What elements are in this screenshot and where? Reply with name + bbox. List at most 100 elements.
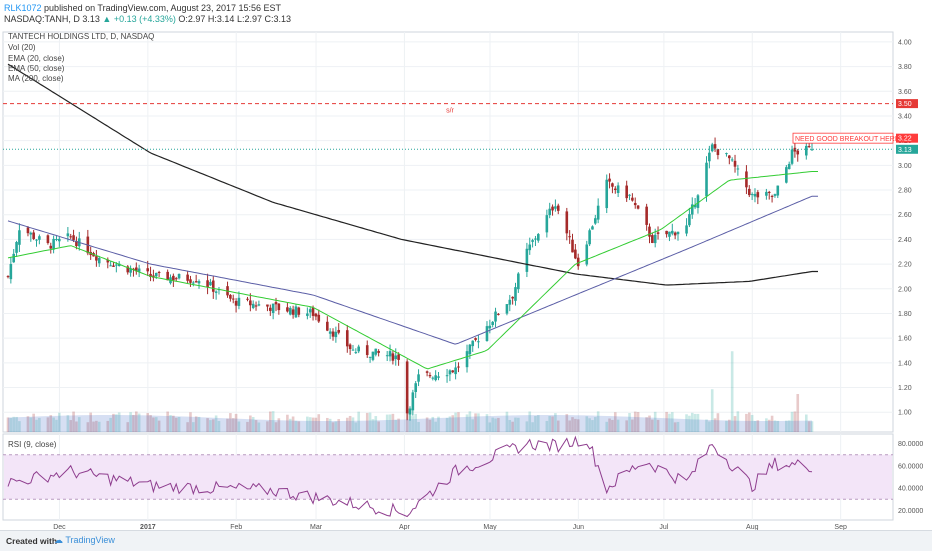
candle-body [716,149,720,156]
candle-body [112,265,115,267]
candle-body [474,338,477,340]
y-tick-label: 2.60 [898,212,912,219]
candle-body [511,296,514,299]
candle-body [18,230,21,245]
y-tick-label: 1.80 [898,311,912,318]
candle-body [636,205,640,209]
candle-body [52,238,55,250]
candle-body [753,193,757,197]
candle-body [645,206,648,225]
publish-text: published on TradingView.com, August 23,… [44,3,282,13]
candle-body [648,226,651,237]
candle-body [747,188,751,196]
candle-body [528,244,532,251]
tradingview-logo[interactable]: ☁ TradingView [54,535,115,546]
footer: Created with ☁ TradingView [0,530,932,551]
candle-body [673,232,677,236]
candle-body [745,171,748,188]
candle-body [445,375,449,377]
candle-body [229,294,232,299]
candle-body [297,307,301,315]
candle-body [6,276,10,278]
candle-body [337,329,341,333]
y-tick-label: 4.00 [898,39,912,46]
candle-body [756,192,760,198]
candle-body [548,208,552,216]
candle-body [66,233,70,237]
candle-body [234,300,238,306]
candle-body [471,340,475,347]
candle-body [177,274,181,279]
candle-body [733,160,737,167]
symbol-label: NASDAQ:TANH, D [4,14,80,24]
candle-body [291,309,295,315]
legend-ema20: EMA (20, close) [8,54,65,63]
candle-body [414,383,418,393]
candle-body [613,188,617,190]
candle-body [787,163,791,170]
candle-body [730,159,734,161]
candle-body [174,278,178,280]
candle-body [485,326,489,342]
candle-body [536,234,540,241]
candle-body [294,306,298,318]
candle-body [568,236,571,238]
candle-body [268,307,272,311]
candle-body [274,302,278,305]
candle-body [576,257,580,267]
candle-body [69,236,73,238]
rsi-tick-label: 60.0000 [898,463,923,470]
candle-body [288,307,292,315]
candle-body [166,271,169,281]
candle-body [611,183,614,187]
candle-body [688,214,691,226]
candle-body [494,311,497,322]
chart-canvas[interactable]: Dec 2017 Feb Mar Apr May Jun Jul Aug Sep4.003.803… [0,26,932,530]
candle-body [457,366,460,368]
candle-body [505,304,509,314]
rsi-tick-label: 20.0000 [898,508,923,515]
candle-body [109,265,112,267]
candle-body [790,149,794,164]
legend-vol: Vol (20) [8,43,36,52]
y-tick-label: 2.80 [898,188,912,195]
author-link[interactable]: RLK1072 [4,3,42,13]
candle-body [246,298,249,300]
ticker-line: NASDAQ:TANH, D 3.13 ▲ +0.13 (+4.33%) O:2… [4,14,291,24]
candle-body [454,367,457,375]
candle-body [574,249,577,259]
candle-body [328,331,332,334]
candle-body [770,195,774,197]
y-tick-label: 1.20 [898,385,912,392]
last-price-label: 3.13 [898,147,912,154]
price-change: +0.13 (+4.33%) [113,14,176,24]
candle-body [670,230,674,234]
candle-body [115,264,118,266]
candle-body [192,282,195,284]
candle-body [95,256,98,261]
candle-body [804,145,808,156]
candle-body [651,235,654,243]
candle-body [633,202,637,206]
candle-body [588,230,591,245]
candle-body [371,351,375,360]
rsi-tick-label: 40.0000 [898,486,923,493]
candle-body [266,304,269,307]
candle-body [525,248,529,272]
legend-ema50: EMA (50, close) [8,64,65,73]
candle-body [146,268,150,272]
candle-body [491,321,494,326]
price-pane [2,31,894,433]
candle-body [591,226,594,230]
candle-body [807,146,811,148]
candle-body [796,150,800,155]
y-tick-label: 3.40 [898,113,912,120]
candle-body [497,313,500,315]
candle-body [12,253,16,263]
candle-body [605,179,609,209]
candle-body [608,178,611,182]
candle-body [385,355,389,357]
legend-rsi: RSI (9, close) [8,440,57,449]
candle-body [257,304,261,306]
candle-body [391,353,395,361]
